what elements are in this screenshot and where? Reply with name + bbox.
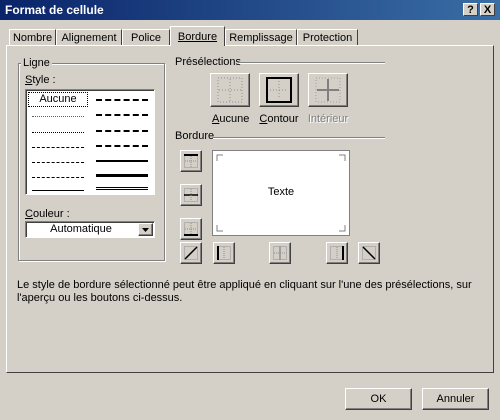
border-left-icon [217, 246, 231, 260]
border-preview[interactable]: Texte [212, 150, 350, 236]
line-style-thick[interactable] [96, 174, 148, 177]
preset-outline-icon [266, 77, 292, 103]
border-diagonal-down-button[interactable] [358, 242, 380, 264]
couleur-select[interactable]: Automatique [25, 221, 155, 238]
diagonal-down-icon [362, 246, 376, 260]
line-style-dash-dot[interactable] [32, 162, 84, 163]
border-bottom-icon [184, 222, 198, 236]
line-style-dashed[interactable] [32, 177, 84, 178]
preview-text: Texte [267, 186, 295, 198]
preset-aucune-label: Aucune [212, 113, 250, 125]
line-style-medium-dashed[interactable] [96, 145, 148, 147]
bordure-separator [213, 137, 385, 139]
info-text: Le style de bordure sélectionné peut êtr… [17, 279, 472, 304]
preset-aucune-button[interactable] [210, 73, 250, 107]
border-bottom-button[interactable] [180, 218, 202, 240]
tab-police[interactable]: Police [122, 29, 170, 45]
help-button[interactable]: ? [463, 3, 478, 16]
ligne-group-label: Ligne [21, 57, 52, 69]
preset-contour-label: Contour [259, 113, 299, 125]
tab-bordure[interactable]: Bordure [170, 26, 225, 46]
preset-interieur-label: Intérieur [307, 113, 349, 125]
border-inside-horizontal-button[interactable] [180, 184, 202, 206]
line-style-column-left [32, 90, 88, 196]
line-style-column-right [96, 90, 152, 196]
line-style-double[interactable] [96, 187, 148, 190]
bordure-label: Bordure [173, 130, 217, 142]
border-inside-horizontal-icon [184, 188, 198, 202]
line-style-thin[interactable] [32, 190, 84, 191]
line-style-slant-dash-dot[interactable] [96, 114, 148, 116]
border-top-icon [184, 154, 198, 168]
border-right-button[interactable] [326, 242, 348, 264]
line-style-medium-dash-dot-dot[interactable] [96, 99, 148, 101]
window-title: Format de cellule [5, 3, 104, 17]
ok-button[interactable]: OK [345, 388, 412, 410]
border-left-button[interactable] [213, 242, 235, 264]
tab-protection[interactable]: Protection [297, 29, 358, 45]
line-style-dotted[interactable] [32, 132, 84, 133]
border-inside-vertical-button[interactable] [269, 242, 291, 264]
preset-contour-button[interactable] [259, 73, 299, 107]
border-inside-vertical-icon [273, 246, 287, 260]
tab-nombre[interactable]: Nombre [9, 29, 56, 45]
preset-none-icon [217, 77, 243, 103]
line-style-medium-dash-dot[interactable] [96, 130, 148, 132]
couleur-value: Automatique [50, 223, 112, 235]
line-style-hair[interactable] [32, 116, 84, 117]
preset-inside-icon [315, 77, 341, 103]
border-right-icon [330, 246, 344, 260]
tab-panel: Ligne Style : Aucune Couleur : Automatiq… [6, 45, 494, 373]
border-diagonal-up-button[interactable] [180, 242, 202, 264]
presets-separator [239, 62, 385, 64]
close-button[interactable]: X [480, 3, 495, 16]
dropdown-arrow-button[interactable] [138, 223, 153, 236]
diagonal-up-icon [184, 246, 198, 260]
cancel-button[interactable]: Annuler [422, 388, 489, 410]
chevron-down-icon [142, 228, 149, 232]
border-top-button[interactable] [180, 150, 202, 172]
style-label: Style : [25, 74, 56, 86]
presets-label: Présélections [173, 56, 244, 68]
line-style-list[interactable]: Aucune [25, 89, 155, 195]
preset-interieur-button [308, 73, 348, 107]
line-style-dash-dot-dot[interactable] [32, 147, 84, 148]
couleur-label: Couleur : [25, 208, 70, 220]
line-style-medium[interactable] [96, 160, 148, 162]
tab-remplissage[interactable]: Remplissage [225, 29, 297, 45]
tab-alignement[interactable]: Alignement [56, 29, 122, 45]
